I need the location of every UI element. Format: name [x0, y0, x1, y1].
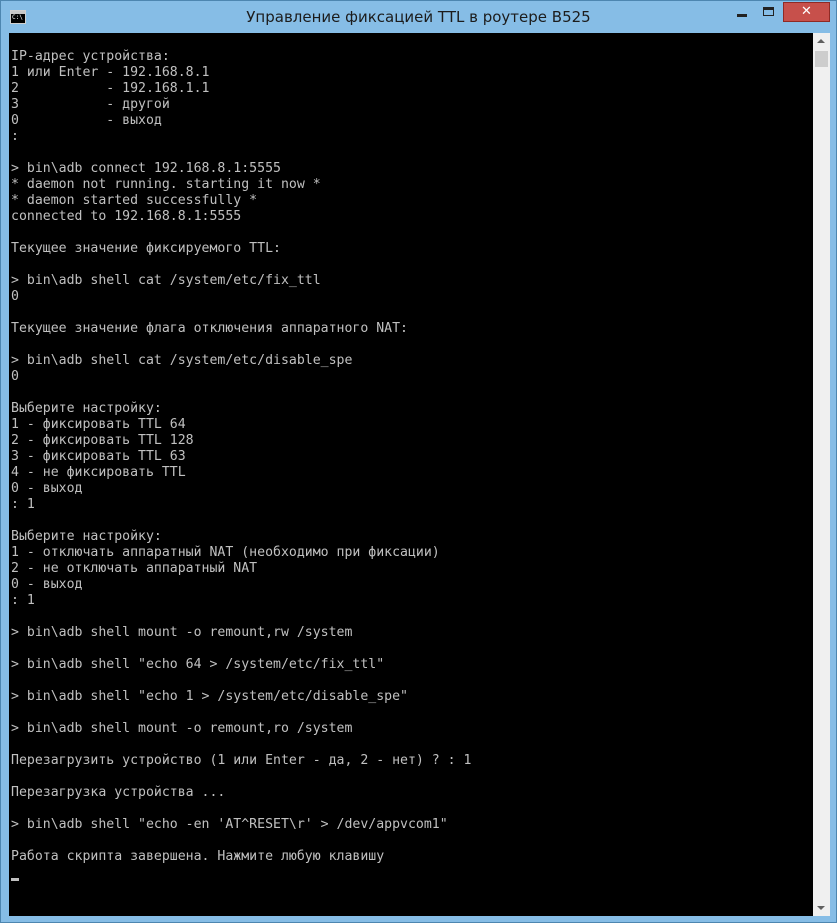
console-line: 0 - выход — [11, 481, 83, 496]
console-line: 2 - не отключать аппаратный NAT — [11, 561, 258, 576]
console-line: Выберите настройку: — [11, 529, 162, 544]
console-line: Перезагрузить устройство (1 или Enter - … — [11, 753, 472, 768]
console-line: * daemon started successfully * — [11, 193, 258, 208]
console-line: 4 - не фиксировать TTL — [11, 465, 186, 480]
console-window: Управление фиксацией TTL в роутере B525 … — [0, 0, 837, 923]
console-line: Работа скрипта завершена. Нажмите любую … — [11, 849, 385, 864]
close-button[interactable]: ✕ — [783, 2, 830, 22]
console-line: 0 — [11, 289, 19, 304]
console-client-area: IP-адрес устройства: 1 или Enter - 192.16… — [9, 33, 830, 916]
console-line: 1 или Enter - 192.168.8.1 — [11, 65, 210, 80]
console-line: IP-адрес устройства: — [11, 49, 170, 64]
maximize-button[interactable] — [756, 2, 782, 22]
console-line: 0 - выход — [11, 577, 83, 592]
window-title: Управление фиксацией TTL в роутере B525 — [246, 8, 591, 26]
console-line: 1 - отключать аппаратный NAT (необходимо… — [11, 545, 440, 560]
console-line: > bin\adb shell cat /system/etc/fix_ttl — [11, 273, 321, 288]
console-line: : 1 — [11, 497, 35, 512]
close-icon: ✕ — [801, 4, 812, 19]
console-line: : — [11, 129, 19, 144]
minimize-icon — [737, 14, 747, 17]
text-cursor — [11, 878, 19, 881]
console-line: 2 - 192.168.1.1 — [11, 81, 210, 96]
console-line: > bin\adb shell "echo 1 > /system/etc/di… — [11, 689, 408, 704]
console-line: Выберите настройку: — [11, 401, 162, 416]
console-line: Перезагрузка устройства ... — [11, 785, 226, 800]
console-line: 0 — [11, 369, 19, 384]
console-line: Текущее значение флага отключения аппара… — [11, 321, 408, 336]
console-line: : 1 — [11, 593, 35, 608]
console-line: Текущее значение фиксируемого TTL: — [11, 241, 281, 256]
maximize-icon — [763, 7, 774, 16]
console-line: > bin\adb shell cat /system/etc/disable_… — [11, 353, 353, 368]
scroll-down-arrow-icon[interactable] — [813, 899, 830, 916]
title-bar[interactable]: Управление фиксацией TTL в роутере B525 … — [1, 1, 836, 33]
console-line: > bin\adb shell "echo -en 'AT^RESET\r' >… — [11, 817, 448, 832]
console-output[interactable]: IP-адрес устройства: 1 или Enter - 192.16… — [9, 33, 813, 916]
console-line: 3 - фиксировать TTL 63 — [11, 449, 186, 464]
console-line: connected to 192.168.8.1:5555 — [11, 209, 242, 224]
console-line: > bin\adb connect 192.168.8.1:5555 — [11, 161, 281, 176]
console-line: 3 - другой — [11, 97, 170, 112]
console-line: > bin\adb shell "echo 64 > /system/etc/f… — [11, 657, 385, 672]
console-line: 2 - фиксировать TTL 128 — [11, 433, 194, 448]
scrollbar-thumb[interactable] — [815, 51, 828, 67]
console-line: > bin\adb shell mount -o remount,ro /sys… — [11, 721, 353, 736]
console-line: 1 - фиксировать TTL 64 — [11, 417, 186, 432]
vertical-scrollbar[interactable] — [813, 33, 830, 916]
console-line: > bin\adb shell mount -o remount,rw /sys… — [11, 625, 353, 640]
console-line: 0 - выход — [11, 113, 162, 128]
console-line: * daemon not running. starting it now * — [11, 177, 321, 192]
minimize-button[interactable] — [729, 2, 755, 22]
scroll-up-arrow-icon[interactable] — [813, 33, 830, 50]
